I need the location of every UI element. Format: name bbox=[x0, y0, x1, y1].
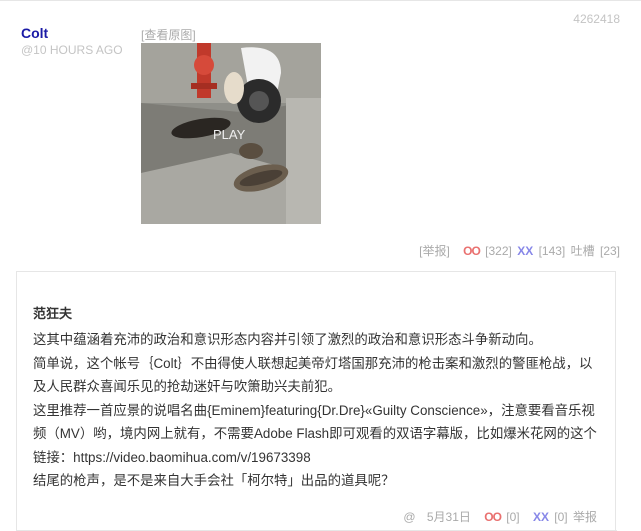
comment-xx-icon[interactable]: XX bbox=[533, 510, 549, 524]
comment-body: 这其中蕴涵着充沛的政治和意识形态内容并引领了激烈的政治和意识形态斗争新动向。 简… bbox=[33, 328, 605, 493]
comment-report-link[interactable]: 举报 bbox=[573, 510, 597, 524]
comment-xx-count: [0] bbox=[554, 510, 568, 524]
comment-card: 范狂夫 这其中蕴涵着充沛的政治和意识形态内容并引领了激烈的政治和意识形态斗争新动… bbox=[16, 271, 617, 531]
tucao-count: [23] bbox=[599, 244, 620, 258]
play-label: PLAY bbox=[213, 127, 246, 142]
top-divider bbox=[0, 0, 641, 1]
post-id[interactable]: 4262418 bbox=[573, 12, 620, 26]
comment-date: 5月31日 bbox=[426, 510, 471, 524]
comment-line: 这其中蕴涵着充沛的政治和意识形态内容并引领了激烈的政治和意识形态斗争新动向。 bbox=[33, 332, 542, 347]
oo-count: [322] bbox=[485, 244, 512, 258]
report-link[interactable]: [举报] bbox=[419, 244, 450, 258]
gif-thumbnail[interactable]: PLAY bbox=[141, 43, 321, 224]
comment-line: 结尾的枪声，是不是来自大手会社「柯尔特」出品的道具呢？ bbox=[33, 473, 395, 488]
xx-icon[interactable]: XX bbox=[517, 244, 533, 258]
comment-line: 这里推荐一首应景的说唱名曲{Eminem}featuring{Dr.Dre}«G… bbox=[33, 402, 597, 465]
comment-oo-icon[interactable]: OO bbox=[484, 510, 502, 524]
post-actions: [举报] OO [322] XX [143] 吐槽 [23] bbox=[417, 242, 620, 259]
comment-line: 简单说，这个帐号｛Colt｝不由得使人联想起美帝灯塔国那充沛的枪击案和激烈的警匪… bbox=[33, 355, 593, 395]
comment-actions: @ 5月31日 OO [0] XX [0] 举报 bbox=[401, 508, 597, 525]
xx-count: [143] bbox=[538, 244, 566, 258]
view-original-link[interactable]: [查看原图] bbox=[141, 26, 196, 43]
post-time[interactable]: @10 HOURS AGO bbox=[21, 43, 123, 57]
comment-oo-count: [0] bbox=[506, 510, 520, 524]
comment-author: 范狂夫 bbox=[33, 306, 73, 321]
oo-icon[interactable]: OO bbox=[463, 244, 481, 258]
post-author[interactable]: Colt bbox=[21, 25, 48, 41]
tucao-link[interactable]: 吐槽 bbox=[571, 244, 595, 258]
reply-icon[interactable]: @ bbox=[403, 510, 415, 524]
